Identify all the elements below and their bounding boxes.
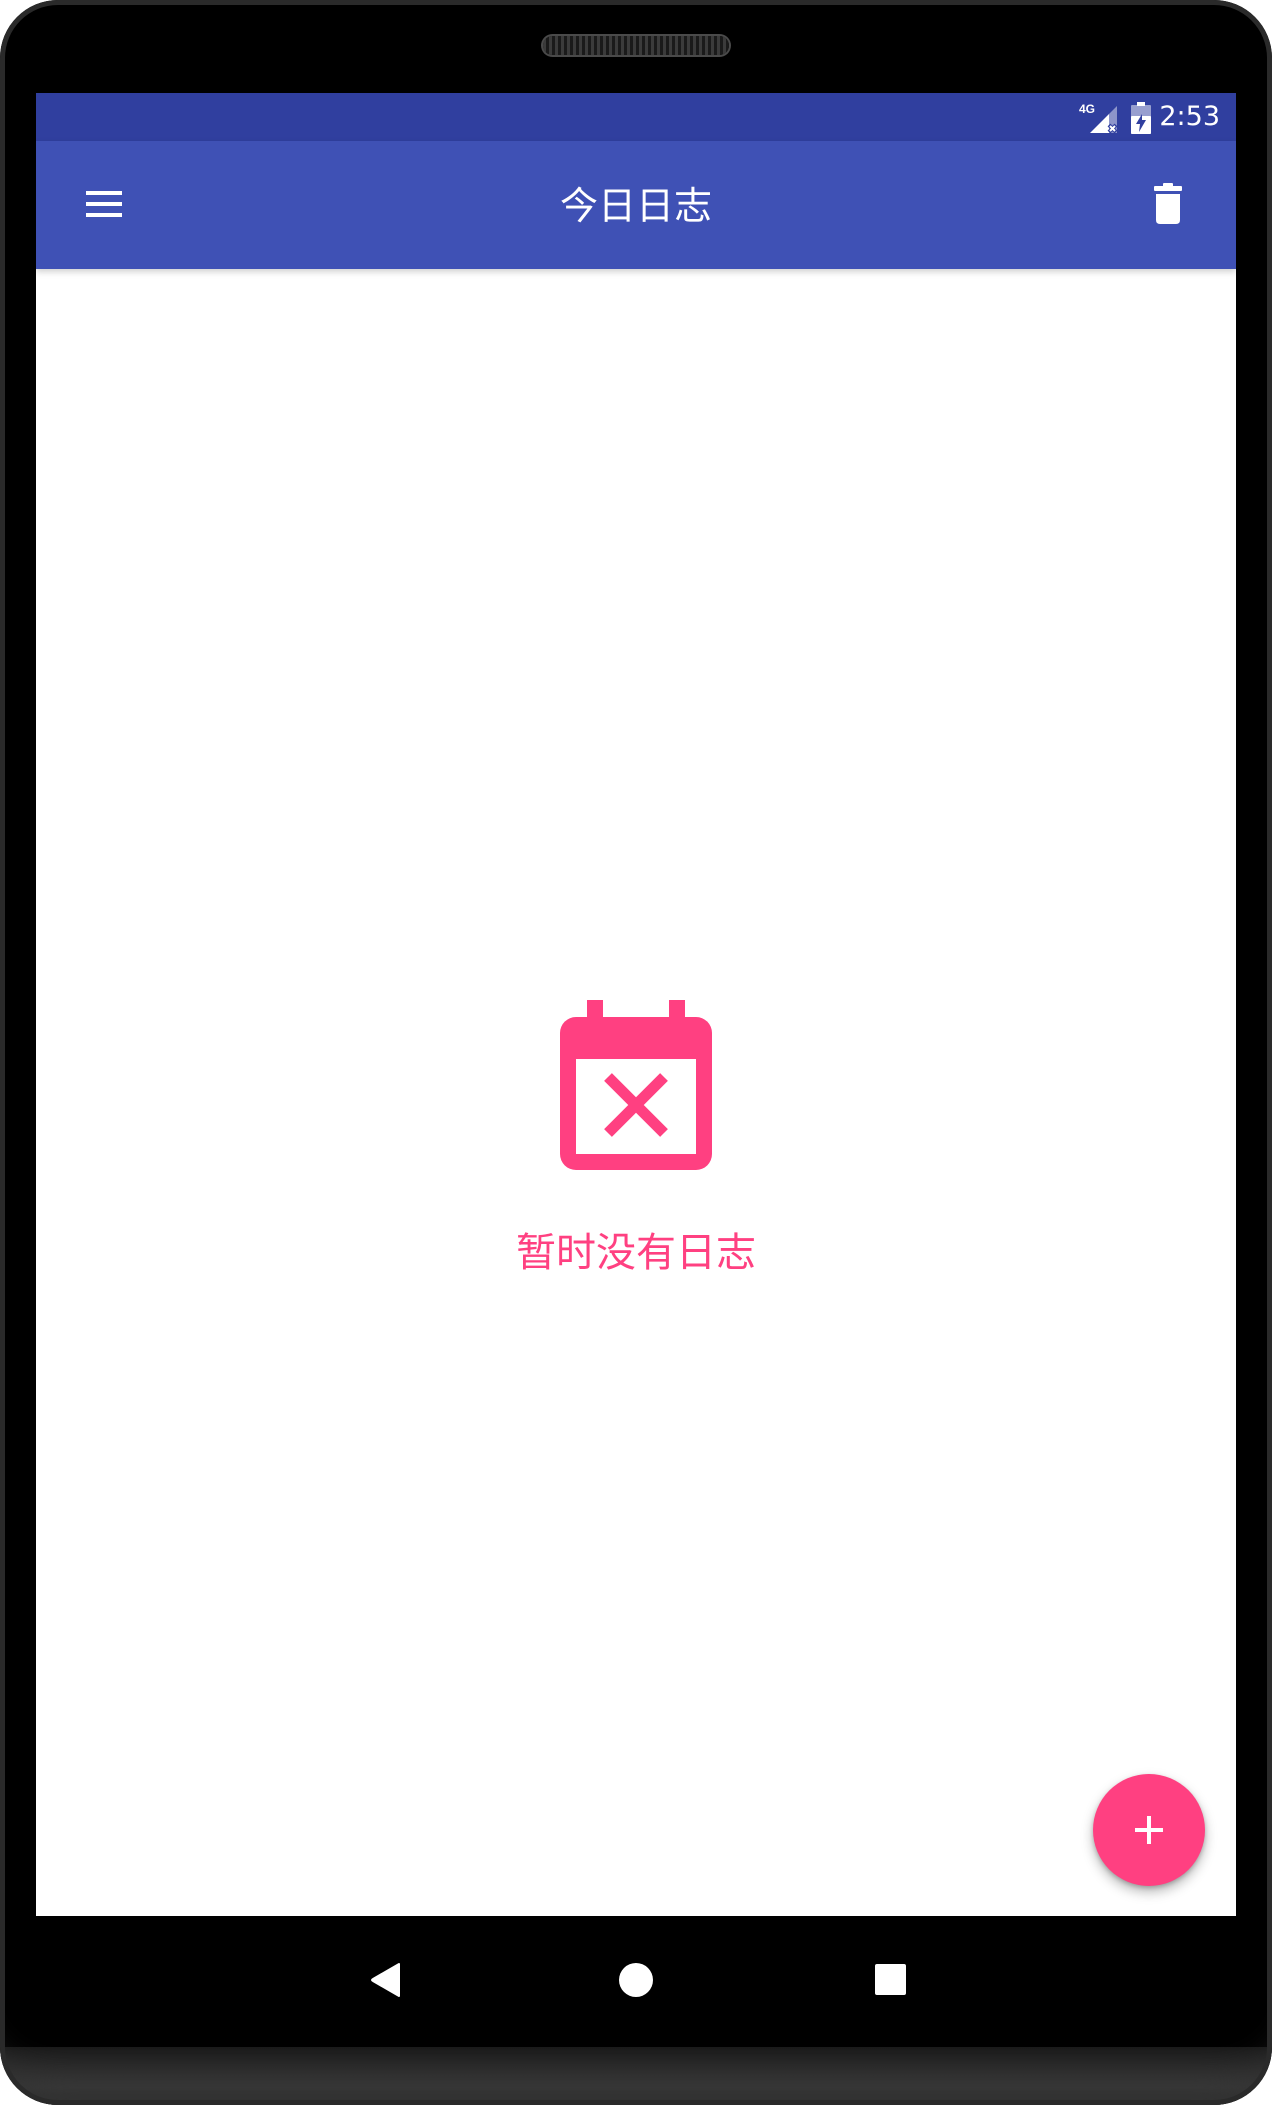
recent-apps-icon (875, 1964, 906, 1995)
home-button[interactable] (604, 1948, 668, 2012)
recent-apps-button[interactable] (859, 1948, 923, 2012)
delete-icon (1154, 183, 1182, 224)
status-time: 2:53 (1159, 101, 1220, 132)
add-log-fab[interactable] (1093, 1774, 1205, 1886)
back-button[interactable] (358, 1948, 422, 2012)
page-title: 今日日志 (559, 184, 712, 228)
navigation-bar (36, 1916, 1236, 2047)
speaker-grille (543, 36, 729, 55)
device-frame: 4G 2:53 今日日志 暂时没有日志 (0, 0, 1272, 2105)
home-icon (619, 1963, 653, 1997)
calendar-remove-icon (560, 1000, 712, 1170)
signal-4g-no-data-icon: 4G (1079, 102, 1118, 134)
network-type-label: 4G (1079, 102, 1095, 116)
status-bar: 4G 2:53 (36, 93, 1236, 141)
delete-button[interactable] (1140, 176, 1196, 232)
battery-charging-icon (1131, 102, 1151, 134)
app-bar: 今日日志 (36, 141, 1236, 269)
empty-state-message: 暂时没有日志 (516, 1230, 756, 1276)
add-icon (1135, 1816, 1163, 1844)
screen: 4G 2:53 今日日志 暂时没有日志 (36, 93, 1236, 1916)
back-icon (371, 1963, 400, 1997)
bottom-bezel (0, 2047, 1272, 2105)
